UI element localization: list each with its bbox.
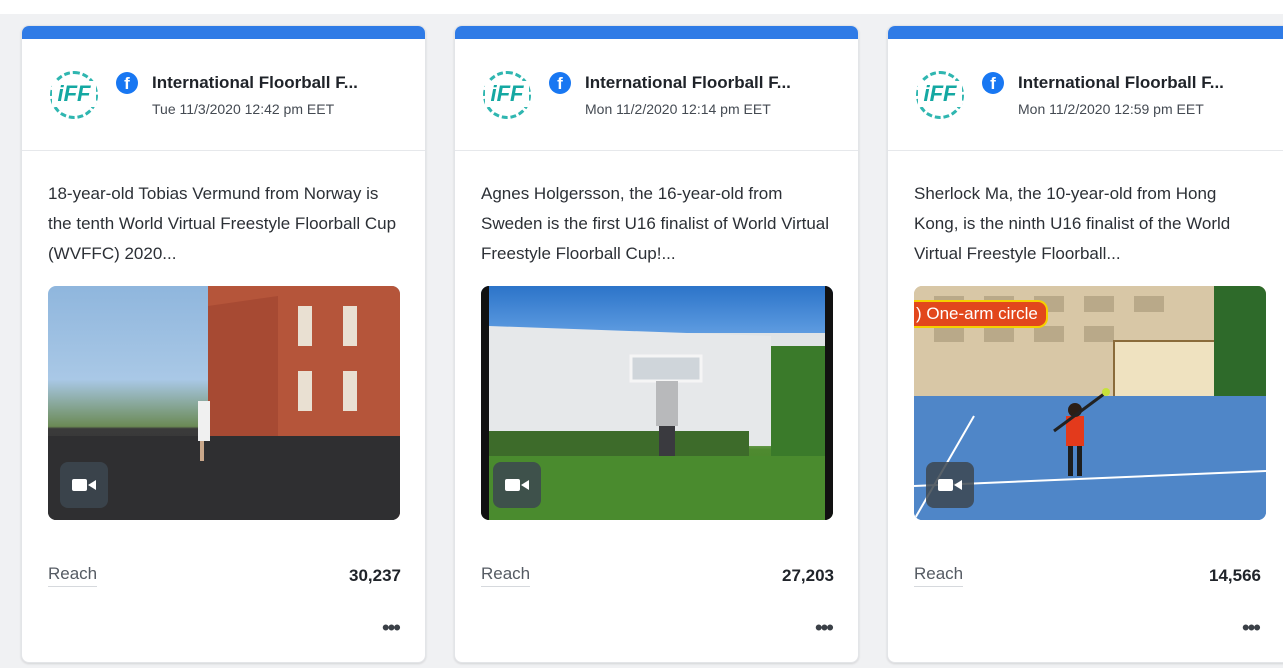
reach-stat: Reach 27,203 bbox=[481, 564, 834, 587]
post-cards: iFF f International Floorball F... Tue 1… bbox=[21, 25, 1283, 663]
facebook-icon: f bbox=[116, 72, 138, 94]
post-text: Sherlock Ma, the 10-year-old from Hong K… bbox=[914, 184, 1231, 263]
more-options-icon[interactable]: ••• bbox=[1242, 617, 1261, 639]
post-video-thumbnail[interactable] bbox=[48, 286, 400, 520]
video-camera-icon bbox=[926, 462, 974, 508]
reach-value: 30,237 bbox=[349, 565, 401, 585]
reach-label[interactable]: Reach bbox=[48, 564, 98, 587]
post-date: Tue 11/3/2020 12:42 pm EET bbox=[152, 101, 335, 117]
more-options-icon[interactable]: ••• bbox=[382, 617, 401, 639]
reach-value: 27,203 bbox=[782, 565, 834, 585]
post-meta: f International Floorball F... Mon 11/2/… bbox=[549, 72, 791, 117]
top-strip bbox=[0, 0, 1283, 14]
video-overlay-caption: ) One-arm circle bbox=[914, 300, 1048, 328]
post-meta: f International Floorball F... Tue 11/3/… bbox=[116, 72, 358, 117]
card-accent-bar bbox=[455, 26, 858, 39]
iff-logo: iFF bbox=[479, 67, 535, 123]
post-card[interactable]: iFF f International Floorball F... Tue 1… bbox=[21, 25, 426, 663]
page-name[interactable]: International Floorball F... bbox=[585, 73, 791, 93]
card-header: iFF f International Floorball F... Mon 1… bbox=[888, 39, 1283, 151]
post-text: Agnes Holgersson, the 16-year-old from S… bbox=[481, 184, 830, 263]
reach-stat: Reach 14,566 bbox=[914, 564, 1261, 587]
reach-stat: Reach 30,237 bbox=[48, 564, 401, 587]
iff-logo: iFF bbox=[912, 67, 968, 123]
video-camera-icon bbox=[60, 462, 108, 508]
card-header: iFF f International Floorball F... Mon 1… bbox=[455, 39, 858, 151]
post-card[interactable]: iFF f International Floorball F... Mon 1… bbox=[887, 25, 1283, 663]
facebook-icon: f bbox=[982, 72, 1004, 94]
more-options-icon[interactable]: ••• bbox=[815, 617, 834, 639]
page-name[interactable]: International Floorball F... bbox=[152, 73, 358, 93]
reach-label[interactable]: Reach bbox=[481, 564, 531, 587]
page-name[interactable]: International Floorball F... bbox=[1018, 73, 1224, 93]
video-camera-icon bbox=[493, 462, 541, 508]
card-header: iFF f International Floorball F... Tue 1… bbox=[22, 39, 425, 151]
post-card[interactable]: iFF f International Floorball F... Mon 1… bbox=[454, 25, 859, 663]
card-accent-bar bbox=[888, 26, 1283, 39]
post-text: 18-year-old Tobias Vermund from Norway i… bbox=[48, 184, 397, 263]
reach-value: 14,566 bbox=[1209, 565, 1261, 585]
post-meta: f International Floorball F... Mon 11/2/… bbox=[982, 72, 1224, 117]
post-video-thumbnail[interactable]: ) One-arm circle bbox=[914, 286, 1266, 520]
iff-logo: iFF bbox=[46, 67, 102, 123]
post-date: Mon 11/2/2020 12:59 pm EET bbox=[1018, 101, 1204, 117]
facebook-icon: f bbox=[549, 72, 571, 94]
post-date: Mon 11/2/2020 12:14 pm EET bbox=[585, 101, 771, 117]
post-video-thumbnail[interactable] bbox=[481, 286, 833, 520]
reach-label[interactable]: Reach bbox=[914, 564, 964, 587]
card-accent-bar bbox=[22, 26, 425, 39]
